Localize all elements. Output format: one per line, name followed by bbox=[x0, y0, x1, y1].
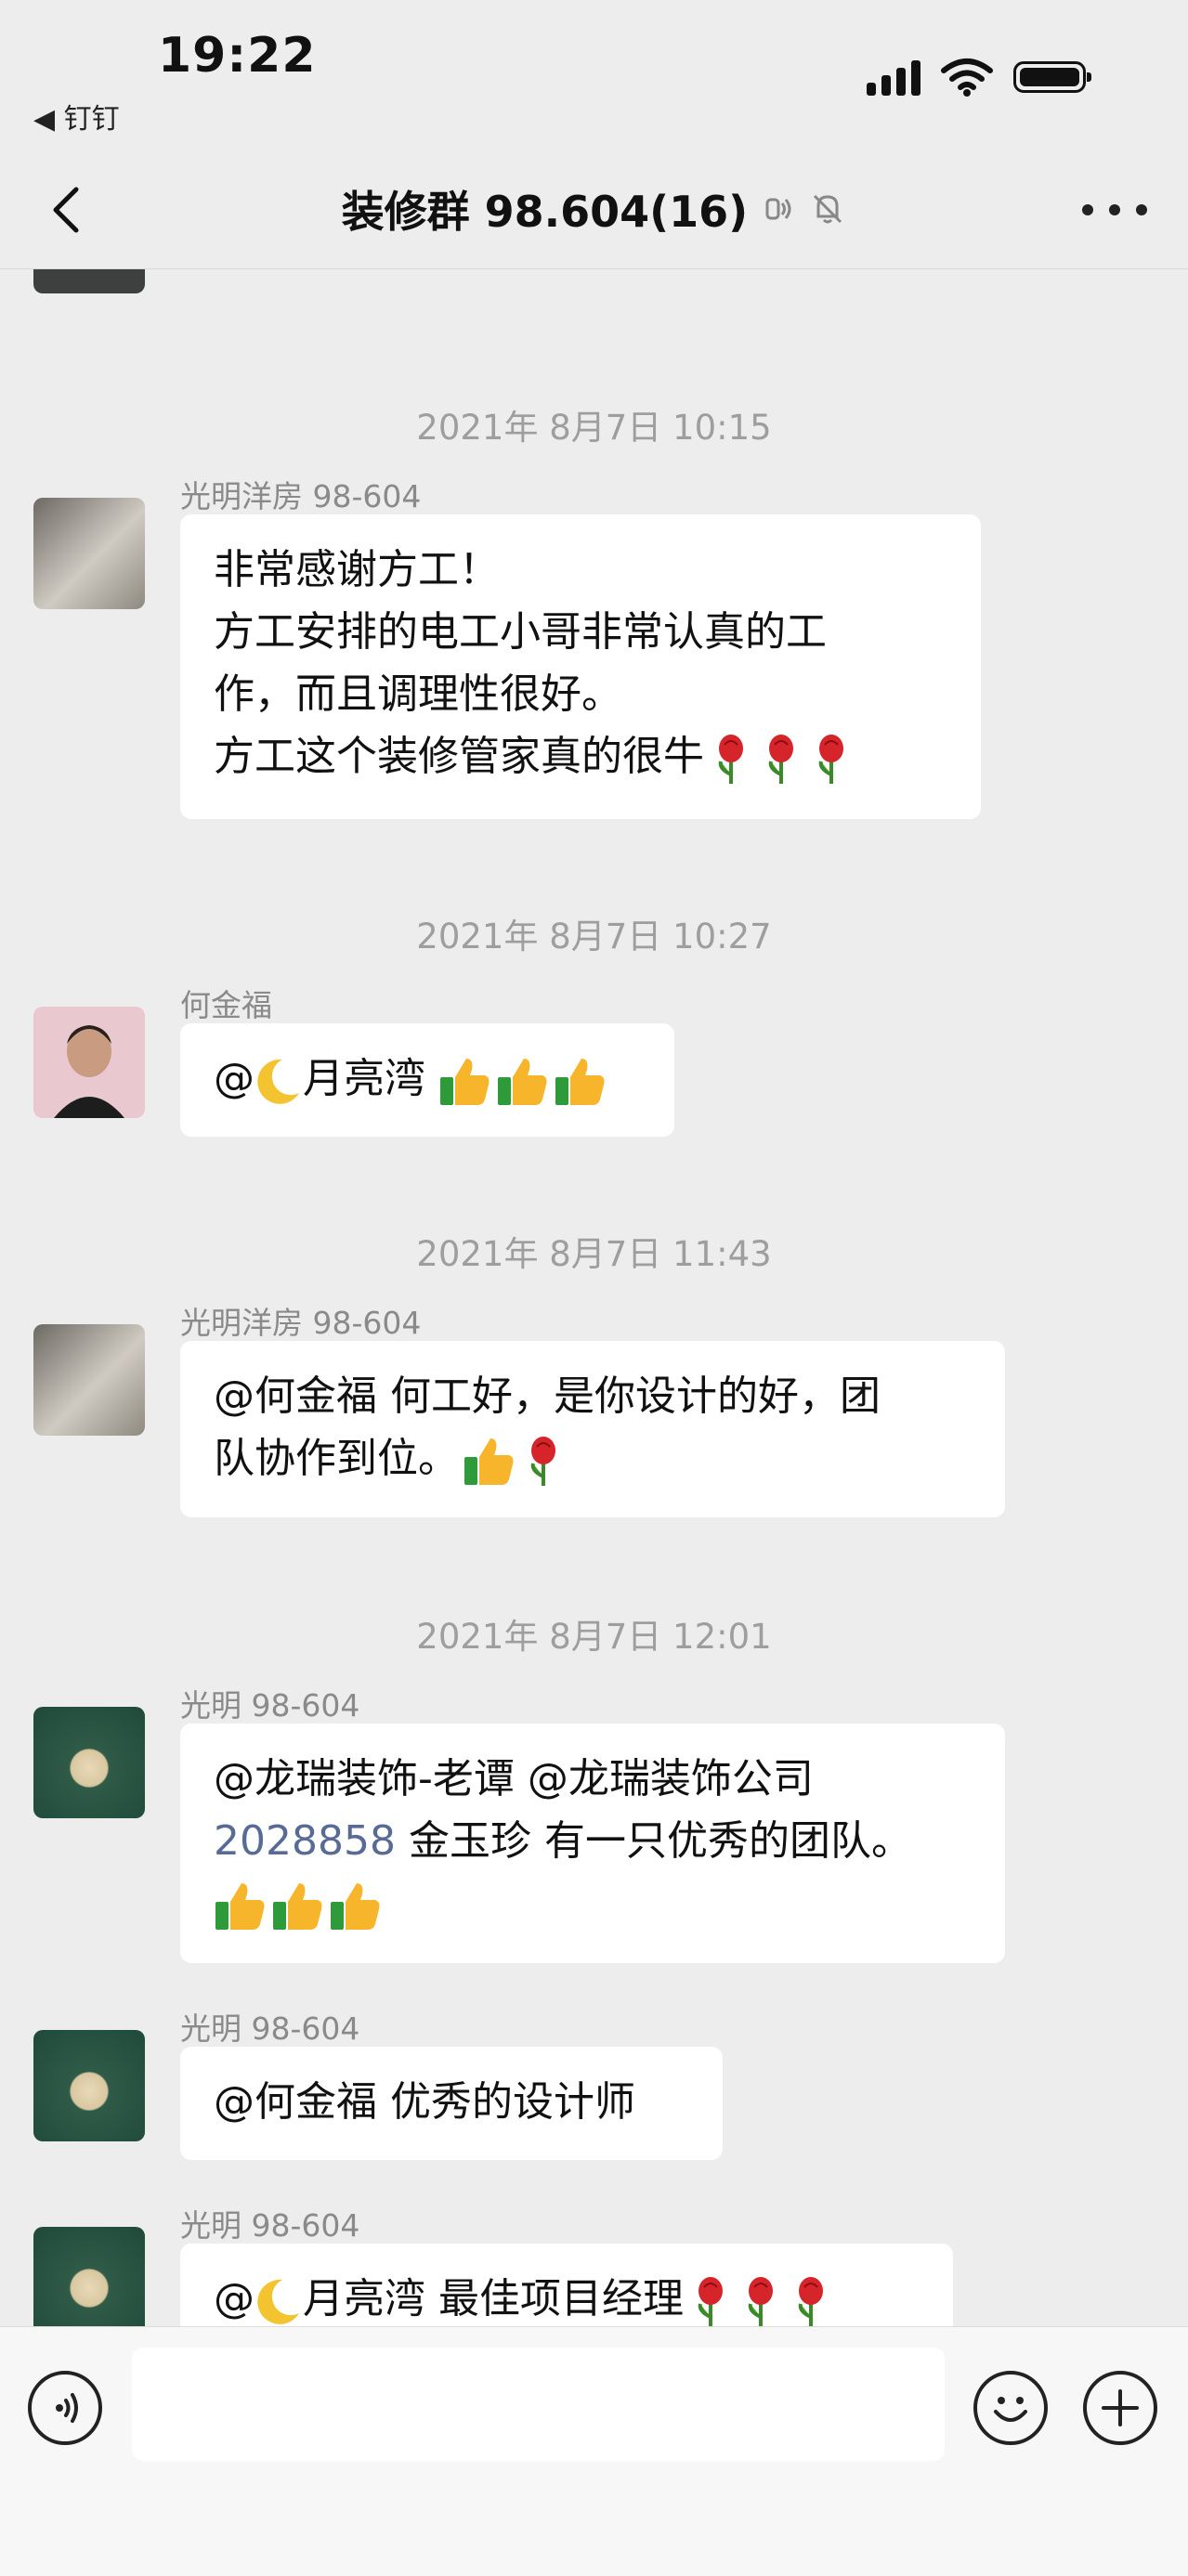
message-text: @ bbox=[214, 1055, 255, 1102]
rose-emoji-icon bbox=[768, 735, 793, 784]
thumbs-up-emoji-icon bbox=[331, 1883, 380, 1930]
message-text: @ bbox=[214, 2275, 255, 2322]
rose-emoji-icon bbox=[718, 735, 743, 784]
message-text-line: @ 月亮湾 bbox=[214, 1047, 641, 1110]
message-text-line: @ 月亮湾 最佳项目经理 bbox=[214, 2268, 920, 2326]
message-timestamp: 2021年 8月7日 12:01 bbox=[416, 1617, 772, 1657]
message-bubble[interactable]: @ 月亮湾 bbox=[180, 1023, 674, 1137]
voice-mode-icon bbox=[765, 198, 791, 220]
message-bubble[interactable]: @龙瑞装饰-老谭 @龙瑞装饰公司 2028858 金玉珍 有一只优秀的团队。 bbox=[180, 1724, 1005, 1963]
sender-name: 光明 98-604 bbox=[180, 2207, 360, 2244]
message-text: 方工安排的电工小哥非常认真的工 bbox=[214, 608, 827, 656]
message-text: 月亮湾 bbox=[303, 1055, 425, 1102]
message-text-input[interactable] bbox=[132, 2348, 945, 2461]
plus-icon bbox=[1102, 2389, 1139, 2426]
sender-name: 光明洋房 98-604 bbox=[180, 1305, 422, 1341]
more-options-button[interactable] bbox=[1082, 191, 1147, 228]
avatar[interactable] bbox=[33, 498, 145, 609]
smiley-face-icon bbox=[994, 2397, 1027, 2422]
wifi-icon bbox=[941, 59, 993, 97]
status-time: 19:22 bbox=[158, 28, 317, 84]
message-bubble[interactable]: @何金福 优秀的设计师 bbox=[180, 2047, 723, 2160]
rose-emoji-icon bbox=[798, 2277, 823, 2326]
sender-name: 光明 98-604 bbox=[180, 1687, 360, 1724]
sender-name: 何金福 bbox=[180, 987, 272, 1023]
message-text: 金玉珍 有一只优秀的团队。 bbox=[408, 1817, 912, 1865]
voice-input-button[interactable] bbox=[28, 2371, 102, 2445]
emoji-button[interactable] bbox=[973, 2371, 1048, 2445]
thumbs-up-emoji-icon bbox=[215, 1883, 265, 1930]
more-functions-button[interactable] bbox=[1083, 2371, 1157, 2445]
status-icons bbox=[867, 58, 1091, 97]
thumbs-up-emoji-icon bbox=[440, 1059, 490, 1105]
message-bubble[interactable]: @ 月亮湾 最佳项目经理 bbox=[180, 2244, 953, 2326]
emoji-line bbox=[214, 1872, 972, 1934]
thumbs-up-emoji-icon bbox=[555, 1059, 605, 1105]
crescent-moon-emoji-icon bbox=[257, 1059, 299, 1104]
message-text: 队协作到位。 bbox=[214, 1435, 459, 1482]
avatar[interactable] bbox=[33, 2030, 145, 2141]
rose-emoji-icon bbox=[530, 1437, 555, 1486]
message-text: 非常感谢方工！ bbox=[214, 546, 500, 593]
rose-emoji-icon bbox=[818, 735, 843, 784]
message-text: @何金福 优秀的设计师 bbox=[214, 2078, 635, 2126]
message-text: @何金福 何工好，是你设计的好，团 bbox=[214, 1373, 881, 1420]
avatar[interactable] bbox=[33, 1324, 145, 1436]
message-bubble[interactable]: 非常感谢方工！ 方工安排的电工小哥非常认真的工 作，而且调理性很好。 方工这个装… bbox=[180, 514, 981, 819]
avatar[interactable] bbox=[33, 2227, 145, 2326]
thumbs-up-emoji-icon bbox=[464, 1438, 514, 1485]
nav-title-area: 装修群 98.604(16) bbox=[0, 178, 1188, 240]
message-bubble[interactable]: @何金福 何工好，是你设计的好，团 队协作到位。 bbox=[180, 1341, 1005, 1517]
message-timestamp: 2021年 8月7日 10:27 bbox=[416, 917, 772, 956]
message-text-line: 队协作到位。 bbox=[214, 1427, 972, 1490]
avatar[interactable] bbox=[33, 1007, 145, 1118]
back-to-app-link[interactable]: ◀ 钉钉 bbox=[33, 96, 120, 137]
message-text-line: 2028858 金玉珍 有一只优秀的团队。 bbox=[214, 1810, 972, 1872]
cellular-signal-icon bbox=[867, 59, 920, 96]
avatar[interactable] bbox=[33, 1707, 145, 1818]
thumbs-up-emoji-icon bbox=[498, 1059, 547, 1105]
message-text: @龙瑞装饰-老谭 @龙瑞装饰公司 bbox=[214, 1755, 814, 1802]
rose-emoji-icon bbox=[748, 2277, 773, 2326]
message-timestamp: 2021年 8月7日 10:15 bbox=[416, 408, 772, 448]
message-text: 月亮湾 最佳项目经理 bbox=[303, 2275, 684, 2322]
message-text: 作，而且调理性很好。 bbox=[214, 670, 622, 718]
thumbs-up-emoji-icon bbox=[273, 1883, 322, 1930]
message-text: 方工这个装修管家真的很牛 bbox=[214, 733, 704, 780]
chat-title: 装修群 98.604(16) bbox=[341, 187, 749, 237]
avatar bbox=[33, 269, 145, 293]
battery-icon bbox=[1013, 61, 1091, 93]
message-timestamp: 2021年 8月7日 11:43 bbox=[416, 1234, 772, 1274]
message-input-bar bbox=[0, 2326, 1188, 2576]
rose-emoji-icon bbox=[698, 2277, 723, 2326]
crescent-moon-emoji-icon bbox=[257, 2279, 299, 2324]
sender-name: 光明洋房 98-604 bbox=[180, 478, 422, 514]
nav-bar: 装修群 98.604(16) bbox=[0, 158, 1188, 269]
status-bar: 19:22 ◀ 钉钉 bbox=[0, 0, 1188, 158]
mute-bell-icon bbox=[814, 194, 842, 224]
voice-wave-icon bbox=[56, 2393, 78, 2423]
phone-number-link[interactable]: 2028858 bbox=[214, 1817, 396, 1865]
chat-message-list[interactable]: 15805722612 2021年 8月7日 10:15 光明洋房 98-604… bbox=[0, 269, 1188, 2326]
sender-name: 光明 98-604 bbox=[180, 2010, 360, 2047]
message-text-line: 方工这个装修管家真的很牛 bbox=[214, 725, 947, 787]
